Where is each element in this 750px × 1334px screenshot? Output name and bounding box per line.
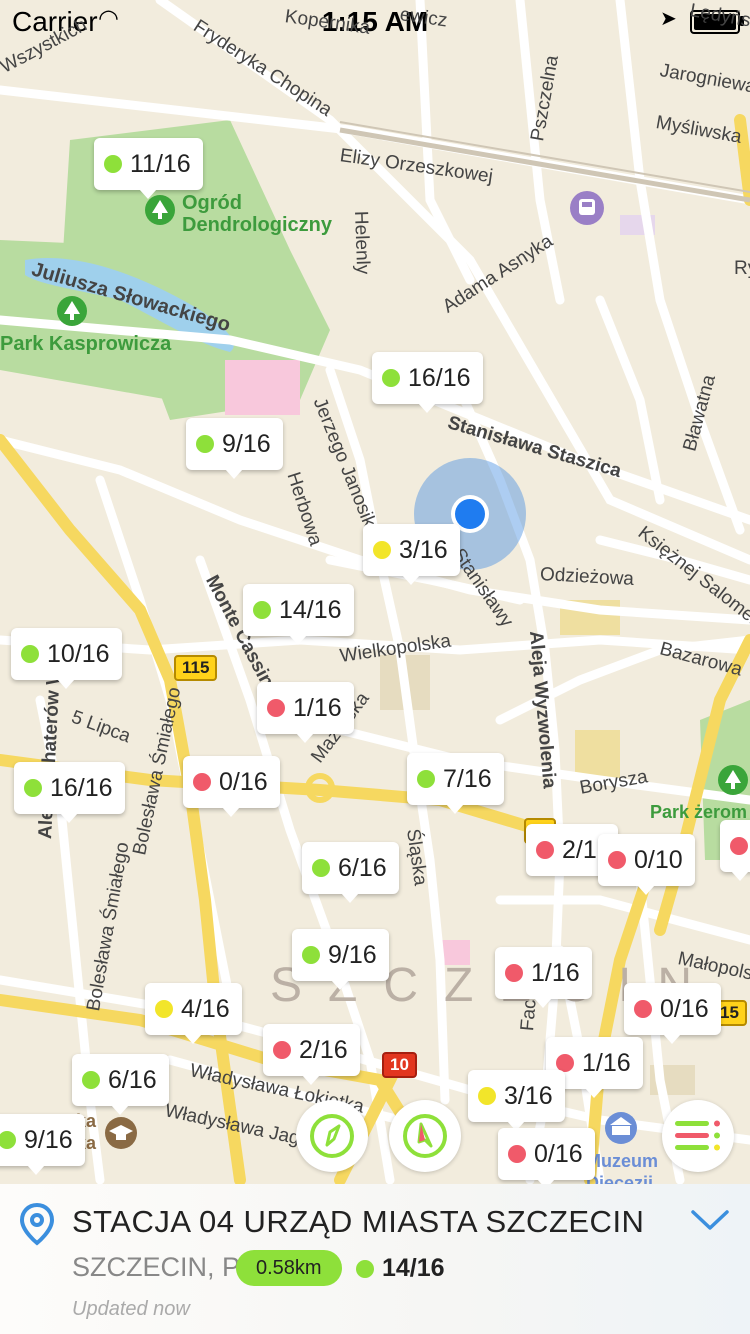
- station-marker[interactable]: 0/16: [624, 983, 721, 1044]
- station-count: 1/16: [293, 693, 342, 722]
- station-count: 10/16: [47, 639, 110, 668]
- station-count: 6/16: [108, 1065, 157, 1094]
- availability-dot: [302, 946, 320, 964]
- station-count: 4/16: [181, 994, 230, 1023]
- station-marker[interactable]: 10/16: [11, 628, 122, 689]
- station-count: 16/16: [50, 773, 113, 802]
- station-count: 0/16: [660, 994, 709, 1023]
- availability-dot: [382, 369, 400, 387]
- station-name: STACJA 04 URZĄD MIASTA SZCZECIN: [72, 1204, 645, 1239]
- station-count: 1/16: [531, 958, 580, 987]
- station-marker[interactable]: 1/16: [257, 682, 354, 743]
- street-label: Ry: [734, 258, 750, 279]
- availability-dot: [193, 773, 211, 791]
- station-count: 0/16: [534, 1139, 583, 1168]
- station-count: 1/16: [582, 1048, 631, 1077]
- distance-badge: 0.58km: [236, 1250, 342, 1286]
- compass-button[interactable]: [296, 1100, 368, 1172]
- availability-dot: [417, 770, 435, 788]
- station-marker[interactable]: 14/16: [243, 584, 354, 645]
- availability-dot: [505, 964, 523, 982]
- station-count: 14/16: [279, 595, 342, 624]
- station-detail-panel[interactable]: STACJA 04 URZĄD MIASTA SZCZECIN SZCZECIN…: [0, 1184, 750, 1334]
- station-count: 0/16: [219, 767, 268, 796]
- availability-dot: [253, 601, 271, 619]
- bike-count: 14/16: [382, 1254, 445, 1282]
- availability-dot: [730, 837, 748, 855]
- station-marker[interactable]: 3/16: [363, 524, 460, 585]
- availability-dot: [24, 779, 42, 797]
- station-count: 0/10: [634, 845, 683, 874]
- bike-availability: 14/16: [356, 1254, 445, 1283]
- availability-dot: [312, 859, 330, 877]
- availability-dot: [21, 645, 39, 663]
- availability-dot: [508, 1145, 526, 1163]
- route-shield: 115: [174, 655, 218, 681]
- station-count: 9/16: [328, 940, 377, 969]
- availability-dot: [273, 1041, 291, 1059]
- station-city: SZCZECIN, PL: [72, 1252, 256, 1282]
- navigation-compass-icon: [403, 1114, 447, 1158]
- status-bar: Carrier ◠ 1:15 AM ➤: [0, 0, 750, 40]
- chevron-down-icon[interactable]: [690, 1208, 730, 1232]
- station-count: 6/16: [338, 853, 387, 882]
- updated-label: Updated now: [72, 1298, 190, 1320]
- route-shield: 10: [382, 1052, 417, 1078]
- station-count: 3/16: [399, 535, 448, 564]
- availability-dot: [155, 1000, 173, 1018]
- availability-dot: [82, 1071, 100, 1089]
- station-marker[interactable]: 11/16: [94, 138, 203, 199]
- station-marker[interactable]: 0/16: [183, 756, 280, 817]
- availability-dot: [536, 841, 554, 859]
- station-marker[interactable]: 1/16: [495, 947, 592, 1008]
- station-marker[interactable]: 0/16: [498, 1128, 595, 1189]
- station-marker[interactable]: 16/16: [14, 762, 125, 823]
- station-marker[interactable]: 7/16: [407, 753, 504, 814]
- station-marker[interactable]: 0/10: [598, 834, 695, 895]
- list-icon: [675, 1120, 720, 1151]
- station-count: 3/16: [504, 1081, 553, 1110]
- station-marker[interactable]: 4/16: [145, 983, 242, 1044]
- station-marker[interactable]: 6/16: [302, 842, 399, 903]
- park-label: Ogród Dendrologiczny: [182, 192, 333, 236]
- station-marker[interactable]: 9/16: [0, 1114, 85, 1175]
- station-marker[interactable]: 3/16: [468, 1070, 565, 1131]
- compass-icon: [310, 1114, 354, 1158]
- station-count: 9/16: [24, 1125, 73, 1154]
- station-count: 16/16: [408, 363, 471, 392]
- station-marker[interactable]: 6/16: [72, 1054, 169, 1115]
- station-count: 2/16: [299, 1035, 348, 1064]
- station-count: 9/16: [222, 429, 271, 458]
- station-count: 7/16: [443, 764, 492, 793]
- availability-dot: [196, 435, 214, 453]
- station-marker-offscreen[interactable]: [720, 820, 750, 881]
- status-time: 1:15 AM: [321, 6, 429, 37]
- street-label: Helenly: [350, 210, 374, 275]
- availability-dot: [356, 1259, 374, 1278]
- list-menu-button[interactable]: [662, 1100, 734, 1172]
- station-count: 11/16: [130, 149, 191, 178]
- locate-me-button[interactable]: [389, 1100, 461, 1172]
- location-arrow-icon: ➤: [660, 8, 677, 30]
- park-label: Park Kasprowicza: [0, 333, 172, 355]
- station-marker[interactable]: 9/16: [186, 418, 283, 479]
- availability-dot: [267, 699, 285, 717]
- station-marker[interactable]: 2/16: [263, 1024, 360, 1085]
- availability-dot: [0, 1131, 16, 1149]
- availability-dot: [634, 1000, 652, 1018]
- availability-dot: [608, 851, 626, 869]
- availability-dot: [478, 1087, 496, 1105]
- availability-dot: [104, 155, 122, 173]
- station-marker[interactable]: 16/16: [372, 352, 483, 413]
- map-pin-icon: [19, 1202, 55, 1246]
- station-marker[interactable]: 9/16: [292, 929, 389, 990]
- availability-dot: [373, 541, 391, 559]
